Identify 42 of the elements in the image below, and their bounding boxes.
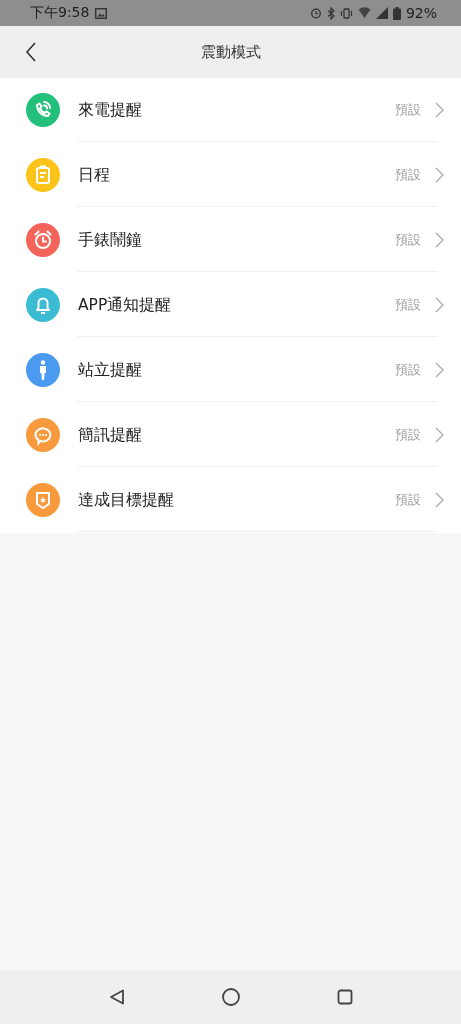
- settings-item[interactable]: 站立提醒 預設: [0, 338, 461, 403]
- item-label: 站立提醒: [78, 359, 143, 381]
- settings-item[interactable]: 達成目標提醒 預設: [0, 468, 461, 533]
- bluetooth-icon: [326, 6, 335, 20]
- item-value: 預設: [395, 296, 421, 314]
- battery-percent: 92%: [405, 5, 437, 21]
- wifi-icon: [357, 7, 371, 19]
- item-value: 預設: [395, 101, 421, 119]
- signal-icon: [375, 7, 388, 19]
- chevron-right-icon: [435, 232, 444, 248]
- item-label: 手錶鬧鐘: [78, 229, 143, 251]
- recents-nav-icon[interactable]: [336, 989, 353, 1005]
- settings-item[interactable]: 手錶鬧鐘 預設: [0, 208, 461, 273]
- vibrate-icon: [339, 7, 353, 19]
- settings-item[interactable]: APP通知提醒 預設: [0, 273, 461, 338]
- status-time: 下午9:58: [30, 4, 90, 22]
- page-title: 震動模式: [200, 42, 261, 62]
- chevron-right-icon: [435, 297, 444, 313]
- battery-icon: [392, 6, 401, 20]
- settings-item[interactable]: 日程 預設: [0, 143, 461, 208]
- item-label: 日程: [78, 164, 111, 186]
- chevron-right-icon: [435, 102, 444, 118]
- item-value: 預設: [395, 491, 421, 509]
- item-value: 預設: [395, 231, 421, 249]
- item-value: 預設: [395, 361, 421, 379]
- back-icon[interactable]: [25, 42, 37, 62]
- item-value: 預設: [395, 426, 421, 444]
- item-value: 預設: [395, 166, 421, 184]
- settings-item[interactable]: 來電提醒 預設: [0, 78, 461, 143]
- settings-item[interactable]: 簡訊提醒 預設: [0, 403, 461, 468]
- image-icon: [95, 7, 108, 19]
- item-label: APP通知提醒: [78, 294, 173, 316]
- home-nav-icon[interactable]: [221, 988, 240, 1006]
- chevron-right-icon: [435, 427, 444, 443]
- item-label: 來電提醒: [78, 99, 143, 121]
- chevron-right-icon: [435, 362, 444, 378]
- item-label: 達成目標提醒: [78, 489, 175, 511]
- chevron-right-icon: [435, 492, 444, 508]
- chevron-right-icon: [435, 167, 444, 183]
- back-nav-icon[interactable]: [108, 989, 125, 1005]
- item-label: 簡訊提醒: [78, 424, 143, 446]
- alarm-icon: [309, 7, 322, 19]
